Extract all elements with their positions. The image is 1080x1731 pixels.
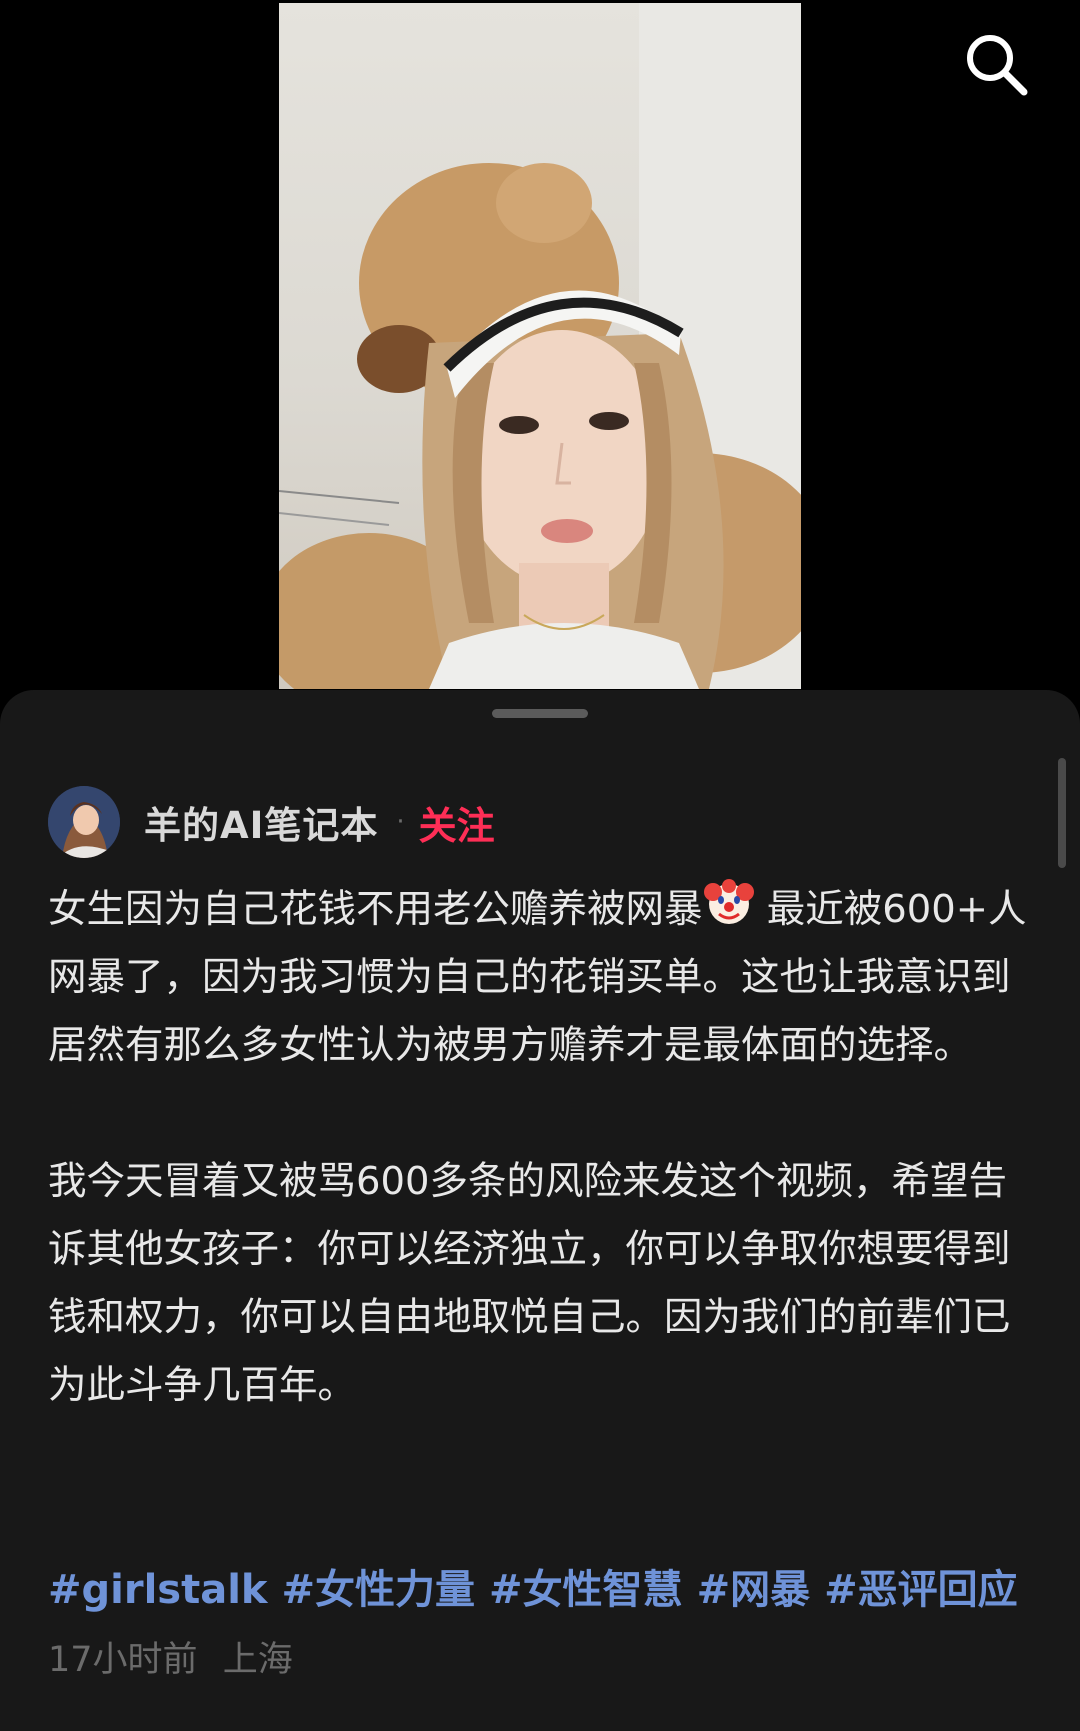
author-name[interactable]: 羊的AI笔记本 bbox=[144, 795, 378, 849]
search-icon bbox=[967, 35, 1028, 96]
post-text: 女生因为自己花钱不用老公赡养被网暴 最近被600+人网暴了，因为我习惯为自己的花… bbox=[48, 876, 1028, 1420]
hashtag-negative-comment-response[interactable]: #恶评回应 bbox=[824, 1567, 1018, 1613]
post-meta: 17小时前 上海 bbox=[48, 1631, 307, 1682]
paragraph-1-start: 女生因为自己花钱不用老公赡养被网暴 bbox=[48, 887, 703, 932]
clown-face-icon bbox=[703, 876, 755, 928]
hashtag-cyberbullying[interactable]: #网暴 bbox=[697, 1567, 811, 1613]
post-detail-sheet: 羊的AI笔记本 · 关注 女生因为自己花钱不用老公赡养被网暴 最近被600+人网… bbox=[0, 690, 1080, 1731]
avatar[interactable] bbox=[48, 786, 120, 858]
video-player[interactable] bbox=[0, 0, 1080, 700]
separator-dot: · bbox=[396, 807, 405, 837]
sheet-drag-handle[interactable] bbox=[492, 709, 588, 718]
hashtag-girlstalk[interactable]: #girlstalk bbox=[48, 1567, 268, 1613]
hashtag-female-power[interactable]: #女性力量 bbox=[282, 1567, 476, 1613]
post-time: 17小时前 bbox=[48, 1640, 198, 1680]
hashtag-row: #girlstalk #女性力量 #女性智慧 #网暴 #恶评回应 bbox=[48, 1562, 1058, 1618]
post-location: 上海 bbox=[222, 1640, 293, 1680]
author-row: 羊的AI笔记本 · 关注 bbox=[48, 786, 495, 858]
video-still-illustration bbox=[279, 3, 801, 689]
follow-button[interactable]: 关注 bbox=[419, 795, 495, 850]
search-button[interactable] bbox=[960, 28, 1032, 100]
hashtag-female-wisdom[interactable]: #女性智慧 bbox=[489, 1567, 683, 1613]
post-paragraph-2: 我今天冒着又被骂600多条的风险来发这个视频，希望告诉其他女孩子：你可以经济独立… bbox=[48, 1159, 1011, 1408]
post-paragraph-1: 女生因为自己花钱不用老公赡养被网暴 最近被600+人网暴了，因为我习惯为自己的花… bbox=[48, 876, 1028, 1080]
video-frame[interactable] bbox=[279, 3, 801, 689]
avatar-image bbox=[48, 786, 120, 858]
scrollbar[interactable] bbox=[1058, 758, 1066, 868]
